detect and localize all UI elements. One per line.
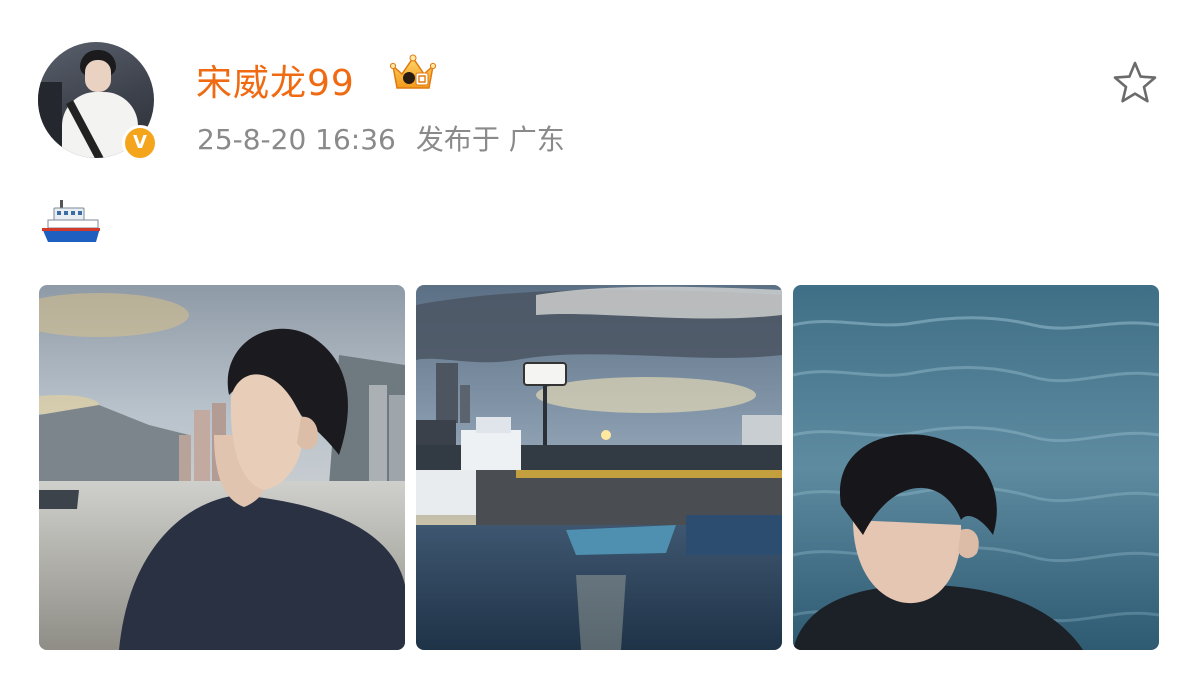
post-timestamp: 25-8-20 16:36 bbox=[197, 123, 396, 156]
favorite-star-icon[interactable] bbox=[1110, 58, 1160, 108]
verified-badge-icon: V bbox=[122, 125, 158, 161]
ship-emoji-icon bbox=[42, 200, 100, 242]
post-image-1[interactable] bbox=[39, 285, 405, 650]
photo-3-image[interactable] bbox=[793, 285, 1159, 650]
post-image-2[interactable] bbox=[416, 285, 782, 650]
post-location: 发布于 广东 bbox=[415, 123, 565, 156]
post-image-3[interactable] bbox=[793, 285, 1159, 650]
post-meta: 25-8-20 16:36 发布于 广东 bbox=[197, 118, 565, 158]
photo-1-image[interactable] bbox=[39, 285, 405, 650]
author-name[interactable]: 宋威龙99 bbox=[196, 54, 355, 106]
weibo-post: V 宋威龙99 25-8-20 16:36 发布于 广东 bbox=[0, 0, 1200, 678]
crown-badge-icon[interactable] bbox=[388, 54, 438, 94]
photo-2-image[interactable] bbox=[416, 285, 782, 650]
